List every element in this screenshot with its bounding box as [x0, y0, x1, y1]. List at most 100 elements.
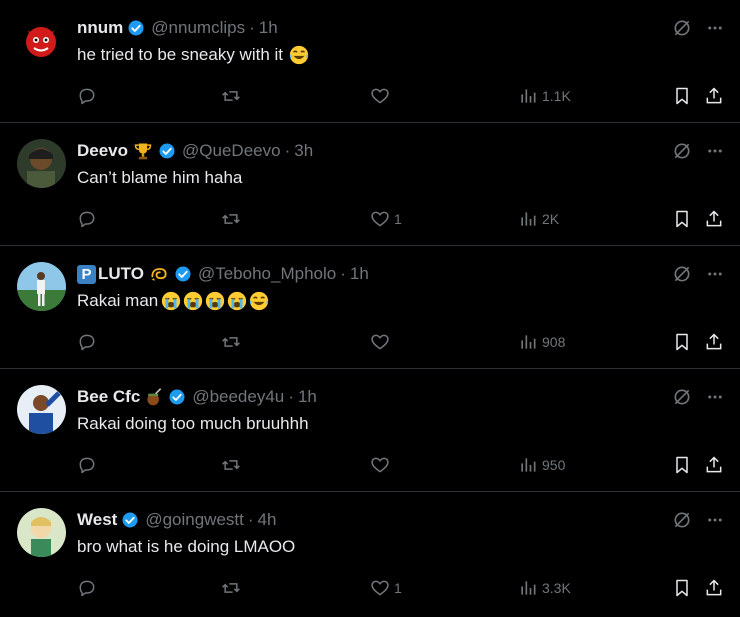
views-bar-chart-icon: [521, 335, 536, 349]
share-icon: [706, 87, 722, 104]
share-button[interactable]: [704, 330, 724, 354]
tweet-text: Rakai doing too much bruuhhh: [77, 413, 309, 435]
share-button[interactable]: [704, 207, 724, 231]
reply-icon: [79, 580, 95, 597]
verified-badge-icon: [127, 19, 145, 37]
views-button[interactable]: 908: [518, 330, 565, 354]
handle[interactable]: @beedey4u: [192, 386, 284, 408]
retweet-button[interactable]: [220, 84, 242, 108]
reply-button[interactable]: [77, 84, 97, 108]
tweet-top-actions: [672, 264, 724, 289]
bookmark-icon: [676, 87, 688, 105]
tweet-header: P LUTO @Teboho_Mpholo · 1h: [77, 263, 369, 285]
timestamp[interactable]: 1h: [350, 263, 369, 285]
reply-button[interactable]: [77, 576, 97, 600]
separator: ·: [247, 510, 254, 529]
reply-button[interactable]: [77, 207, 97, 231]
tweet-header: nnum @nnumclips · 1h: [77, 17, 278, 39]
like-button[interactable]: [370, 330, 394, 354]
bookmark-button[interactable]: [672, 330, 692, 354]
loudly-crying-face-icon: [182, 290, 204, 312]
more-dots-icon[interactable]: [706, 19, 724, 42]
grok-icon[interactable]: [672, 510, 692, 535]
tweet[interactable]: P LUTO @Teboho_Mpholo · 1h Rakai man 908: [0, 246, 740, 369]
timestamp[interactable]: 1h: [259, 17, 278, 39]
views-button[interactable]: 950: [518, 453, 565, 477]
more-dots-icon[interactable]: [706, 265, 724, 288]
views-button[interactable]: 1.1K: [518, 84, 571, 108]
handle[interactable]: @nnumclips: [151, 17, 245, 39]
avatar[interactable]: [17, 139, 66, 188]
tweet-header: Bee Cfc @beedey4u · 1h: [77, 386, 317, 408]
like-button[interactable]: 1: [370, 207, 402, 231]
separator: ·: [284, 141, 291, 160]
bookmark-icon: [676, 210, 688, 228]
verified-badge-icon: [121, 511, 139, 529]
retweet-button[interactable]: [220, 330, 242, 354]
view-count: 2K: [542, 211, 560, 227]
heart-icon: [371, 88, 389, 104]
share-button[interactable]: [704, 84, 724, 108]
grok-icon[interactable]: [672, 141, 692, 166]
like-button[interactable]: 1: [370, 576, 402, 600]
display-name[interactable]: nnum: [77, 17, 123, 39]
display-name[interactable]: West: [77, 509, 117, 531]
display-name[interactable]: Bee Cfc: [77, 386, 140, 408]
tweet[interactable]: nnum @nnumclips · 1h he tried to be snea…: [0, 0, 740, 123]
bookmark-icon: [676, 579, 688, 597]
grok-icon[interactable]: [672, 387, 692, 412]
timestamp[interactable]: 3h: [294, 140, 313, 162]
retweet-button[interactable]: [220, 576, 242, 600]
reply-icon: [79, 211, 95, 228]
bookmark-button[interactable]: [672, 576, 692, 600]
heart-icon: [371, 580, 389, 596]
avatar[interactable]: [17, 508, 66, 557]
views-button[interactable]: 2K: [518, 207, 559, 231]
handle[interactable]: @Teboho_Mpholo: [198, 263, 336, 285]
views-button[interactable]: 3.3K: [518, 576, 571, 600]
handle[interactable]: @goingwestt: [145, 509, 244, 531]
grok-icon[interactable]: [672, 18, 692, 43]
display-name[interactable]: LUTO: [98, 263, 144, 285]
view-count: 950: [542, 457, 566, 473]
timestamp[interactable]: 4h: [258, 509, 277, 531]
retweet-button[interactable]: [220, 453, 242, 477]
tweet-text: bro what is he doing LMAOO: [77, 536, 295, 558]
tweet[interactable]: Deevo @QueDeevo · 3h Can’t blame him hah…: [0, 123, 740, 246]
bookmark-button[interactable]: [672, 453, 692, 477]
display-name[interactable]: Deevo: [77, 140, 128, 162]
like-button[interactable]: [370, 453, 394, 477]
verified-badge-icon: [158, 142, 176, 160]
reply-icon: [79, 457, 95, 474]
avatar[interactable]: [17, 262, 66, 311]
share-icon: [706, 456, 722, 473]
tweet[interactable]: West @goingwestt · 4h bro what is he doi…: [0, 492, 740, 617]
share-button[interactable]: [704, 576, 724, 600]
bookmark-button[interactable]: [672, 84, 692, 108]
bookmark-button[interactable]: [672, 207, 692, 231]
heart-icon: [371, 211, 389, 227]
face-with-tears-of-joy-icon: [288, 44, 310, 66]
timestamp[interactable]: 1h: [298, 386, 317, 408]
tweet-text-content: bro what is he doing LMAOO: [77, 537, 296, 556]
grok-icon[interactable]: [672, 264, 692, 289]
loudly-crying-face-icon: [204, 290, 226, 312]
tweet-text: Rakai man: [77, 290, 270, 312]
share-icon: [706, 210, 722, 227]
reply-button[interactable]: [77, 453, 97, 477]
share-button[interactable]: [704, 453, 724, 477]
retweet-button[interactable]: [220, 207, 242, 231]
like-button[interactable]: [370, 84, 394, 108]
tweet-text: Can’t blame him haha: [77, 167, 242, 189]
dizzy-icon: [148, 264, 170, 284]
handle[interactable]: @QueDeevo: [182, 140, 281, 162]
more-dots-icon[interactable]: [706, 388, 724, 411]
avatar[interactable]: [17, 16, 66, 65]
avatar[interactable]: [17, 385, 66, 434]
more-dots-icon[interactable]: [706, 511, 724, 534]
reply-button[interactable]: [77, 330, 97, 354]
like-count: 1: [394, 211, 402, 227]
tweet[interactable]: Bee Cfc @beedey4u · 1h Rakai doing too m…: [0, 369, 740, 492]
more-dots-icon[interactable]: [706, 142, 724, 165]
tweet-text: he tried to be sneaky with it: [77, 44, 310, 66]
